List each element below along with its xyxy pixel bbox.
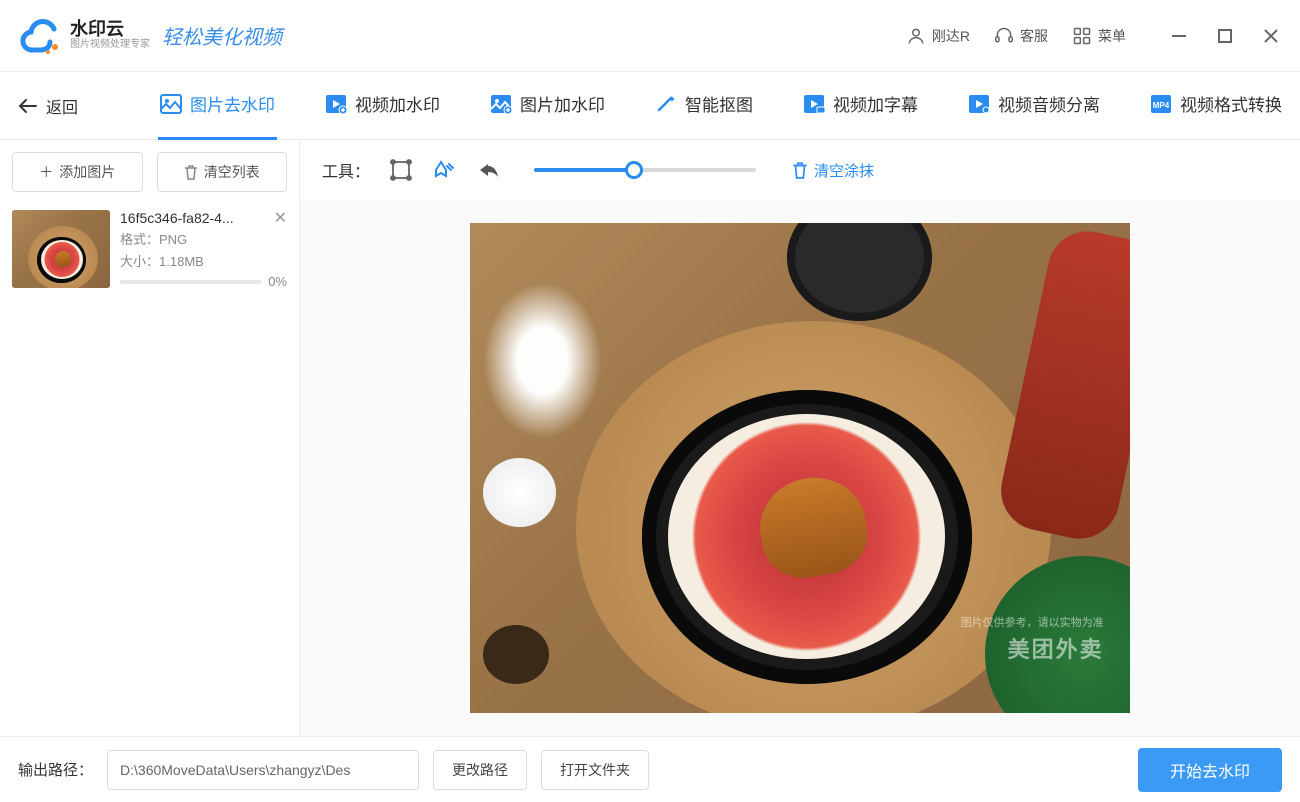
file-item[interactable]: 16f5c346-fa82-4... 格式：PNG 大小：1.18MB 0% ✕	[12, 210, 287, 289]
app-tagline: 轻松美化视频	[162, 21, 282, 50]
app-subtitle: 图片视频处理专家	[70, 38, 150, 52]
back-button[interactable]: 返回	[18, 94, 78, 118]
file-format-value: PNG	[159, 232, 187, 247]
tab-image-add-watermark[interactable]: 图片加水印	[490, 91, 605, 120]
tab-label: 视频加字幕	[833, 91, 918, 116]
file-progress-bar	[120, 280, 262, 284]
menu-label: 菜单	[1098, 26, 1126, 46]
tab-image-remove-watermark[interactable]: 图片去水印	[160, 91, 275, 120]
video-plus-icon	[325, 94, 347, 114]
toolbar: 工具： 清空涂抹	[300, 140, 1300, 200]
mp4-icon: MP4	[1150, 94, 1172, 114]
app-name: 水印云	[70, 20, 150, 38]
tab-video-add-watermark[interactable]: 视频加水印	[325, 91, 440, 120]
video-audio-icon	[968, 94, 990, 114]
cloud-logo-icon	[20, 17, 64, 55]
tab-video-add-subtitle[interactable]: 视频加字幕	[803, 91, 918, 120]
trash-icon	[792, 161, 808, 179]
grid-icon	[1072, 26, 1092, 46]
brush-size-slider[interactable]	[534, 168, 756, 172]
tab-label: 智能抠图	[685, 91, 753, 116]
clear-list-button[interactable]: 清空列表	[157, 152, 288, 192]
file-size-value: 1.18MB	[159, 254, 204, 269]
tab-video-audio-split[interactable]: 视频音频分离	[968, 91, 1100, 120]
clear-list-label: 清空列表	[204, 162, 260, 182]
add-image-label: 添加图片	[59, 162, 115, 182]
arrow-left-icon	[18, 98, 38, 114]
support-label: 客服	[1020, 26, 1048, 46]
sidebar: ＋ 添加图片 清空列表 16f5c346-fa82-4... 格式：PNG 大小…	[0, 140, 300, 736]
tab-label: 图片去水印	[190, 91, 275, 116]
start-button[interactable]: 开始去水印	[1138, 748, 1282, 792]
change-path-button[interactable]: 更改路径	[433, 750, 527, 790]
watermark-text: 美团外卖	[1008, 632, 1104, 664]
app-logo: 水印云 图片视频处理专家	[20, 17, 150, 55]
watermark-subtext: 图片仅供参考，请以实物为准	[961, 614, 1104, 630]
trash-icon	[184, 164, 198, 180]
magic-wand-icon	[655, 94, 677, 114]
image-plus-icon	[490, 94, 512, 114]
output-path-label: 输出路径：	[18, 759, 93, 780]
undo-button[interactable]	[476, 157, 502, 183]
file-thumbnail	[12, 210, 110, 288]
image-icon	[160, 94, 182, 114]
output-path-input[interactable]	[107, 750, 419, 790]
titlebar: 水印云 图片视频处理专家 轻松美化视频 刚达R 客服 菜单	[0, 0, 1300, 72]
tab-label: 图片加水印	[520, 91, 605, 116]
file-progress-value: 0%	[268, 274, 287, 289]
close-button[interactable]	[1262, 27, 1280, 45]
support-button[interactable]: 客服	[994, 26, 1048, 46]
tab-video-format-convert[interactable]: MP4 视频格式转换	[1150, 91, 1282, 120]
svg-text:MP4: MP4	[1153, 101, 1170, 110]
user-label: 刚达R	[932, 26, 970, 46]
footer: 输出路径： 更改路径 打开文件夹 开始去水印	[0, 736, 1300, 802]
clear-brush-button[interactable]: 清空涂抹	[792, 160, 874, 181]
file-name: 16f5c346-fa82-4...	[120, 210, 287, 226]
toolbar-label: 工具：	[322, 158, 370, 182]
slider-fill	[534, 168, 634, 172]
image-preview[interactable]: 图片仅供参考，请以实物为准 美团外卖	[470, 223, 1130, 713]
headset-icon	[994, 26, 1014, 46]
video-subtitle-icon	[803, 94, 825, 114]
open-folder-button[interactable]: 打开文件夹	[541, 750, 649, 790]
file-format-label: 格式：	[120, 232, 159, 247]
tab-label: 视频格式转换	[1180, 91, 1282, 116]
tab-label: 视频加水印	[355, 91, 440, 116]
back-label: 返回	[46, 94, 78, 118]
maximize-button[interactable]	[1216, 27, 1234, 45]
tab-bar: 返回 图片去水印 视频加水印 图片加水印 智能抠图 视频加字幕 视频音频分离 M…	[0, 72, 1300, 140]
selection-tool-button[interactable]	[388, 157, 414, 183]
add-image-button[interactable]: ＋ 添加图片	[12, 152, 143, 192]
remove-file-button[interactable]: ✕	[274, 208, 287, 228]
file-size-label: 大小：	[120, 254, 159, 269]
slider-knob[interactable]	[625, 161, 643, 179]
user-icon	[906, 26, 926, 46]
menu-button[interactable]: 菜单	[1072, 26, 1126, 46]
clear-brush-label: 清空涂抹	[814, 160, 874, 181]
brush-tool-button[interactable]	[432, 157, 458, 183]
canvas[interactable]: 图片仅供参考，请以实物为准 美团外卖	[300, 200, 1300, 736]
minimize-button[interactable]	[1170, 27, 1188, 45]
canvas-area: 工具： 清空涂抹	[300, 140, 1300, 736]
user-button[interactable]: 刚达R	[906, 26, 970, 46]
tab-label: 视频音频分离	[998, 91, 1100, 116]
tab-smart-cutout[interactable]: 智能抠图	[655, 91, 753, 120]
plus-icon: ＋	[39, 162, 53, 182]
